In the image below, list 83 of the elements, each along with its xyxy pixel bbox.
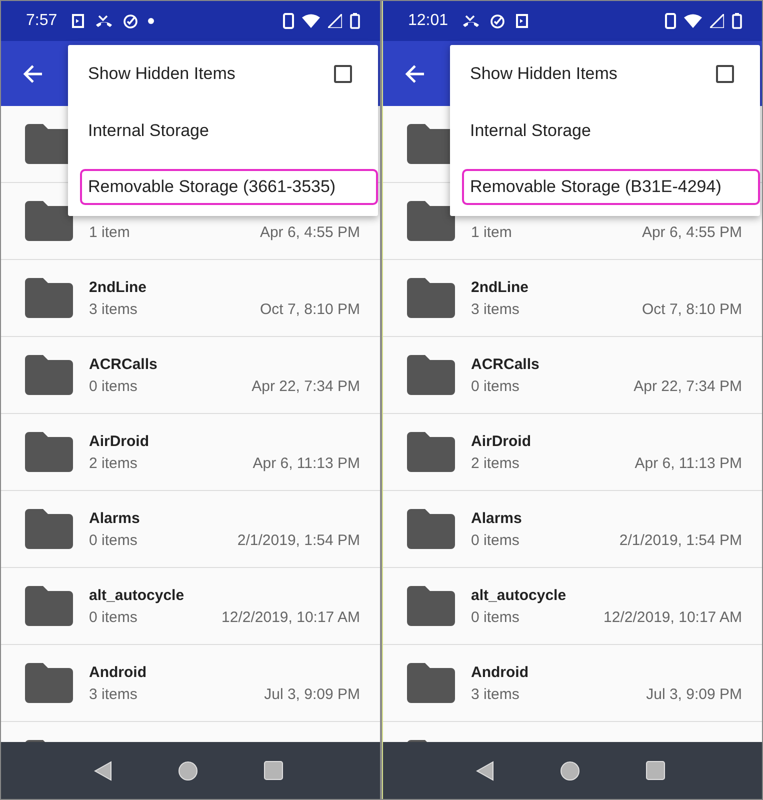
modified-date: 12/2/2019, 10:17 AM — [604, 608, 742, 626]
folder-icon — [407, 432, 455, 472]
status-time: 12:01 — [408, 12, 448, 30]
folder-name: Android — [471, 664, 530, 682]
checkbox[interactable] — [716, 64, 734, 82]
item-count: 2 items — [471, 454, 520, 472]
modified-date: Apr 6, 11:13 PM — [634, 454, 742, 472]
phone-device-icon — [665, 13, 676, 29]
modified-date: 2/1/2019, 1:54 PM — [619, 532, 742, 548]
item-count: 0 items — [89, 608, 138, 626]
modified-date: Apr 6, 4:55 PM — [642, 224, 742, 240]
folder-icon — [407, 509, 455, 549]
item-count: 3 items — [471, 300, 520, 318]
signal-icon — [328, 14, 342, 28]
folder-name: Alarms — [89, 510, 141, 528]
modified-date: Apr 6, 4:55 PM — [260, 224, 360, 240]
modified-date: Oct 7, 8:10 PM — [642, 300, 742, 318]
status-time: 7:57 — [26, 12, 58, 30]
menu-item[interactable]: Internal Storage — [462, 102, 760, 159]
menu-item[interactable]: Show Hidden Items — [462, 45, 760, 102]
item-count: 0 items — [471, 608, 520, 626]
signal-icon — [710, 14, 724, 28]
folder-name: 2ndLine — [89, 278, 148, 296]
item-count: 0 items — [89, 378, 138, 394]
item-count: 1 item — [471, 224, 512, 240]
menu-item[interactable]: Internal Storage — [80, 102, 378, 159]
folder-icon — [25, 509, 73, 549]
back-arrow-icon[interactable] — [23, 64, 43, 82]
battery-icon — [732, 13, 742, 29]
home-circle-icon[interactable] — [178, 760, 198, 780]
folder-icon — [407, 586, 455, 626]
checkbox[interactable] — [334, 64, 352, 82]
modified-date: 2/1/2019, 1:54 PM — [237, 532, 360, 548]
folder-name: Android — [89, 664, 148, 682]
wifi-icon — [302, 14, 320, 28]
back-triangle-icon[interactable] — [476, 760, 494, 780]
folder-name: ACRCalls — [89, 356, 158, 374]
folder-icon — [25, 278, 73, 318]
folder-icon — [407, 278, 455, 318]
modified-date: Apr 6, 11:13 PM — [252, 454, 360, 472]
dot-icon — [148, 18, 154, 24]
folder-icon — [407, 663, 455, 703]
folder-name: ACRCalls — [471, 356, 540, 374]
item-count: 3 items — [89, 300, 138, 318]
wifi-icon — [684, 14, 702, 28]
check-circle-icon — [123, 14, 138, 28]
folder-name: 2ndLine — [471, 278, 530, 296]
modified-date: Jul 3, 9:09 PM — [646, 686, 742, 702]
folder-name: AirDroid — [89, 432, 150, 450]
battery-icon — [350, 13, 360, 29]
item-count: 3 items — [471, 686, 520, 702]
menu-item[interactable]: Removable Storage (3661-3535) — [80, 169, 378, 205]
phone-device-icon — [283, 13, 294, 29]
phone-icon — [95, 14, 114, 28]
item-count: 3 items — [89, 686, 138, 702]
back-triangle-icon[interactable] — [94, 760, 112, 780]
item-count: 0 items — [89, 532, 138, 548]
item-count: 0 items — [471, 532, 520, 548]
check-circle-icon — [490, 14, 506, 28]
modified-date: 12/2/2019, 10:17 AM — [222, 608, 360, 626]
folder-name: AirDroid — [471, 432, 532, 450]
folder-name: Alarms — [471, 510, 523, 528]
modified-date: Jul 3, 9:09 PM — [264, 686, 360, 702]
folder-icon — [407, 355, 455, 395]
item-count: 2 items — [89, 454, 138, 472]
back-arrow-icon[interactable] — [405, 64, 425, 82]
modified-date: Apr 22, 7:34 PM — [634, 378, 742, 394]
folder-icon — [25, 201, 73, 241]
modified-date: Oct 7, 8:10 PM — [260, 300, 360, 318]
menu-item[interactable]: Show Hidden Items — [80, 45, 378, 102]
folder-icon — [25, 586, 73, 626]
home-circle-icon[interactable] — [560, 760, 580, 780]
folder-name: alt_autocycle — [471, 586, 568, 604]
folder-icon — [25, 355, 73, 395]
menu-item[interactable]: Removable Storage (B31E-4294) — [462, 169, 760, 205]
folder-icon — [407, 201, 455, 241]
item-count: 1 item — [89, 224, 130, 240]
folder-name: alt_autocycle — [89, 586, 186, 604]
phone-icon — [462, 14, 480, 28]
folder-icon — [25, 432, 73, 472]
item-count: 0 items — [471, 378, 520, 394]
folder-icon — [25, 663, 73, 703]
modified-date: Apr 22, 7:34 PM — [252, 378, 360, 394]
